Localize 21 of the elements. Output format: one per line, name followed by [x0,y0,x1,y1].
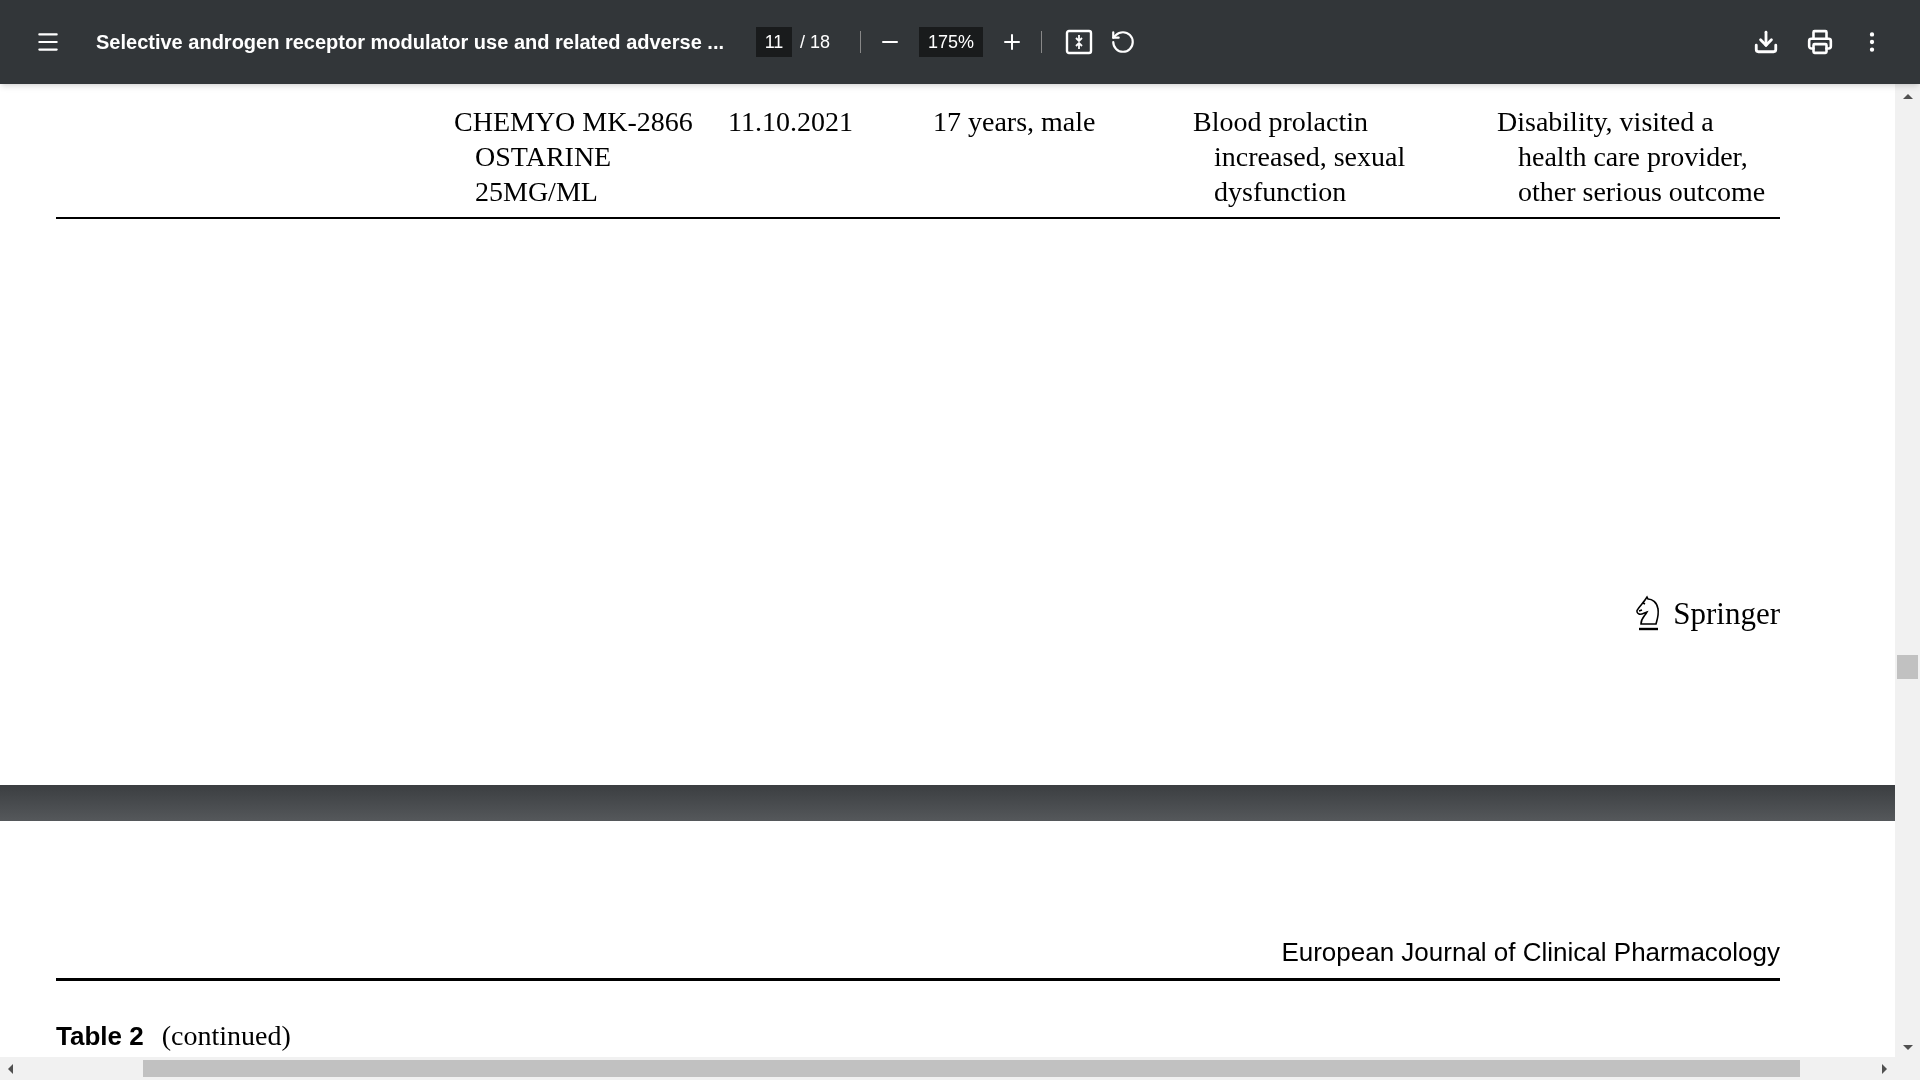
scroll-up-icon[interactable] [1902,94,1913,99]
publisher-logo: Springer [1673,595,1780,631]
scrollbar-thumb[interactable] [1897,655,1918,679]
scrollbar-thumb[interactable] [143,1060,1800,1077]
scroll-right-icon[interactable] [1882,1063,1887,1074]
table-label: Table 2 [56,1020,144,1053]
table-caption: (continued) [161,1019,291,1053]
page-count: / 18 [800,30,831,54]
scroll-down-icon[interactable] [1902,1045,1913,1050]
table-cell-text: Disability, visited a health care provider, other serious outcome [1497,105,1767,209]
table-cell-text: Blood prolactin increased, sexual dysfunction [1193,105,1407,209]
running-header: European Journal of Clinical Pharmacology [1281,936,1780,969]
vertical-scrollbar[interactable] [1895,84,1920,1080]
scroll-left-icon[interactable] [8,1063,13,1074]
document-title: Selective androgen receptor modulator use and related adverse ... [96,30,724,55]
table-cell-text: CHEMYO MK-2866 OSTARINE 25MG/ML [454,105,694,209]
page-number-field[interactable]: 11 [756,27,792,57]
table-cell-text: 17 years, male [933,105,1097,139]
horizontal-scrollbar[interactable] [0,1057,1895,1080]
table-cell-text: 11.10.2021 [728,105,854,139]
zoom-field[interactable]: 175% [919,27,984,57]
